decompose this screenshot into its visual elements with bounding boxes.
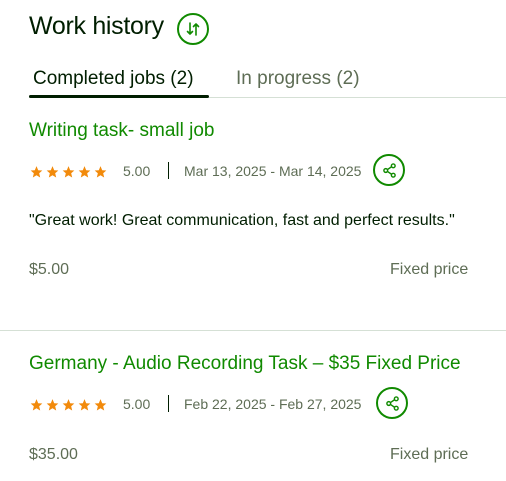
job-meta: 5.00 Feb 22, 2025 - Feb 27, 2025: [29, 387, 449, 421]
work-history-header: Work history: [29, 12, 209, 45]
share-icon: [382, 162, 396, 178]
star-icon: [77, 398, 92, 411]
sort-arrows-icon: [186, 22, 200, 36]
price-type: Fixed price: [390, 446, 469, 463]
star-rating: [29, 398, 108, 411]
star-icon: [93, 165, 108, 178]
active-tab-indicator: [29, 95, 209, 98]
job-title-link[interactable]: Germany - Audio Recording Task – $35 Fix…: [29, 353, 506, 375]
job-item: Germany - Audio Recording Task – $35 Fix…: [29, 353, 506, 463]
meta-divider: [168, 395, 169, 412]
job-title-link[interactable]: Writing task- small job: [29, 120, 506, 142]
page-title: Work history: [29, 12, 164, 40]
tab-in-progress[interactable]: In progress (2): [236, 68, 360, 90]
rating-value: 5.00: [123, 163, 151, 179]
price-type: Fixed price: [390, 261, 469, 278]
star-icon: [77, 165, 92, 178]
star-icon: [93, 398, 108, 411]
star-icon: [61, 165, 76, 178]
job-tabs: Completed jobs (2) In progress (2): [29, 64, 506, 98]
star-icon: [29, 165, 44, 178]
star-icon: [45, 165, 60, 178]
job-separator: [0, 330, 506, 331]
star-icon: [45, 398, 60, 411]
job-price: $5.00: [29, 261, 70, 278]
share-button[interactable]: [376, 387, 408, 419]
rating-value: 5.00: [123, 396, 151, 412]
job-dates: Mar 13, 2025 - Mar 14, 2025: [184, 163, 362, 179]
sort-button[interactable]: [177, 13, 209, 45]
share-button[interactable]: [373, 154, 405, 186]
star-icon: [29, 398, 44, 411]
meta-divider: [168, 162, 169, 179]
star-rating: [29, 165, 108, 178]
job-dates: Feb 22, 2025 - Feb 27, 2025: [184, 396, 362, 412]
job-price: $35.00: [29, 446, 78, 463]
job-item: Writing task- small job 5.00 Mar 13, 202…: [29, 120, 506, 278]
client-feedback: "Great work! Great communication, fast a…: [29, 212, 455, 229]
star-icon: [61, 398, 76, 411]
tab-completed-jobs[interactable]: Completed jobs (2): [33, 68, 194, 90]
share-icon: [385, 395, 399, 411]
job-meta: 5.00 Mar 13, 2025 - Mar 14, 2025: [29, 154, 449, 188]
